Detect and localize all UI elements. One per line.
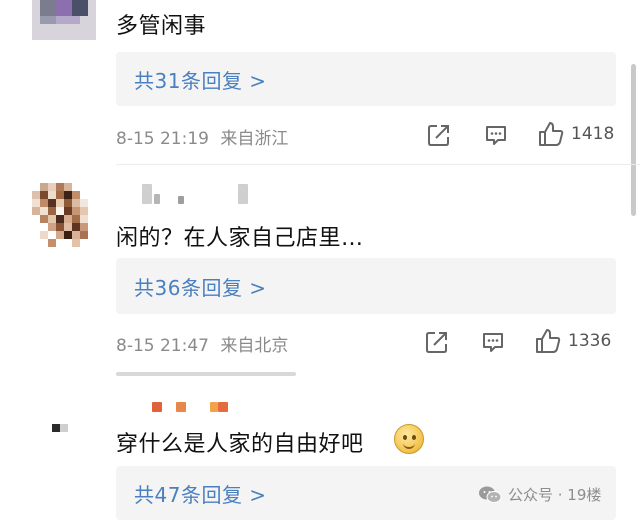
watermark-text: 公众号 · 19楼 xyxy=(508,486,602,504)
thumbs-up-icon xyxy=(539,122,564,146)
reply-count-link[interactable]: 共31条回复 > xyxy=(134,52,267,106)
wechat-icon xyxy=(479,486,502,503)
divider xyxy=(116,372,296,376)
like-count: 1336 xyxy=(568,331,612,351)
reply-count-link[interactable]: 共47条回复 > xyxy=(134,466,267,520)
comment-location: 来自北京 xyxy=(220,336,289,356)
share-icon xyxy=(426,332,447,353)
comment-meta: 8-15 21:47 来自北京 xyxy=(116,331,288,356)
divider xyxy=(116,164,640,165)
comment-timestamp: 8-15 21:19 xyxy=(116,129,209,149)
comment-text: 多管闲事 xyxy=(116,14,207,39)
reply-thread-button[interactable]: 共36条回复 > xyxy=(116,258,616,314)
avatar[interactable] xyxy=(32,183,96,247)
like-count: 1418 xyxy=(571,124,615,144)
like-button[interactable]: 1418 xyxy=(537,120,614,148)
comment-meta: 8-15 21:19 来自浙江 xyxy=(116,124,288,149)
avatar[interactable] xyxy=(32,0,96,40)
comment-text: 闲的？在人家自己店里… xyxy=(116,226,364,251)
comment-text-body: 穿什么是人家的自由好吧 xyxy=(116,432,364,457)
reply-count-link[interactable]: 共36条回复 > xyxy=(134,258,267,314)
share-button[interactable] xyxy=(424,329,450,355)
comment-text: 穿什么是人家的自由好吧 xyxy=(116,426,364,458)
thumbs-up-icon xyxy=(536,329,561,353)
comment-location: 来自浙江 xyxy=(220,129,289,149)
reply-thread-button[interactable]: 共31条回复 > xyxy=(116,52,616,106)
comment-icon xyxy=(486,126,506,145)
smiling-face-emoji xyxy=(394,424,424,454)
watermark: 公众号 · 19楼 xyxy=(478,484,601,505)
comment-icon xyxy=(483,333,503,352)
comment-button[interactable] xyxy=(483,122,509,148)
comment-button[interactable] xyxy=(480,329,506,355)
avatar[interactable] xyxy=(52,420,76,436)
comment-timestamp: 8-15 21:47 xyxy=(116,336,209,356)
like-button[interactable]: 1336 xyxy=(534,327,611,355)
share-button[interactable] xyxy=(426,122,452,148)
share-icon xyxy=(428,125,449,146)
scrollbar[interactable] xyxy=(631,64,636,216)
